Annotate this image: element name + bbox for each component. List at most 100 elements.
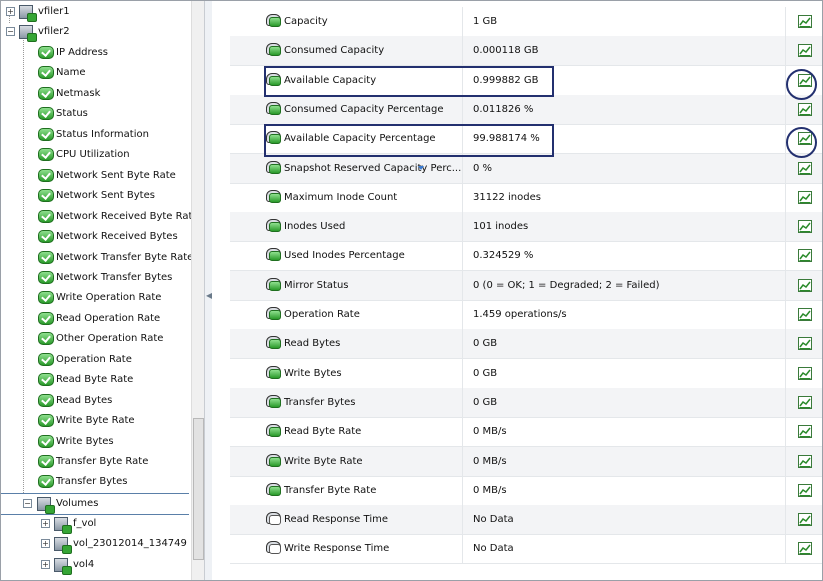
graph-icon[interactable]	[798, 278, 812, 292]
table-row[interactable]: Snapshot Reserved Capacity Perc... 0 %	[230, 153, 822, 184]
tree-node-metric[interactable]: Operation Rate	[1, 350, 191, 370]
tree-node-label: IP Address	[56, 47, 108, 58]
table-row[interactable]: Operation Rate 1.459 operations/s	[230, 300, 822, 330]
status-ok-icon	[38, 127, 54, 141]
graph-icon[interactable]	[798, 220, 812, 234]
graph-icon[interactable]	[798, 161, 812, 175]
collapse-icon[interactable]	[6, 27, 15, 36]
tree-node-metric[interactable]: Write Byte Rate	[1, 411, 191, 431]
property-value-cell: 0 MB/s	[463, 446, 786, 476]
monitor-ok-icon	[266, 277, 281, 291]
graph-icon[interactable]	[798, 542, 812, 556]
tree-node-volume[interactable]: vol4	[1, 555, 191, 575]
graph-icon[interactable]	[798, 44, 812, 58]
scrollbar-thumb[interactable]	[193, 418, 204, 560]
tree-scrollbar[interactable]	[191, 1, 204, 580]
tree-node-metric[interactable]: Transfer Bytes	[1, 472, 191, 492]
monitor-ok-icon	[266, 160, 281, 174]
status-ok-icon	[38, 148, 54, 162]
graph-icon[interactable]	[798, 425, 812, 439]
graph-icon[interactable]	[798, 308, 812, 321]
table-row[interactable]: Consumed Capacity 0.000118 GB	[230, 36, 822, 67]
graph-cell	[786, 154, 822, 183]
table-row[interactable]: Consumed Capacity Percentage 0.011826 %	[230, 94, 822, 125]
tree-node-vfiler2[interactable]: vfiler2	[1, 22, 191, 42]
graph-cell	[786, 359, 822, 388]
graph-icon[interactable]	[798, 249, 812, 263]
tree-node-volumes[interactable]: Volumes	[1, 493, 189, 515]
tree-node-metric[interactable]: Network Received Byte Rate	[1, 207, 191, 227]
table-row[interactable]: Maximum Inode Count 31122 inodes	[230, 182, 822, 213]
tree-node-vfiler1[interactable]: vfiler1	[1, 2, 191, 22]
tree-node-label: Network Received Byte Rate	[56, 210, 191, 222]
collapse-icon[interactable]	[23, 499, 32, 508]
property-value: 0 MB/s	[473, 426, 507, 438]
tree-node-label: Network Transfer Byte Rate	[56, 251, 191, 263]
table-row[interactable]: Capacity 1 GB	[230, 7, 822, 37]
expand-icon[interactable]	[41, 519, 50, 528]
tree-node-metric[interactable]: Network Transfer Byte Rate	[1, 248, 191, 268]
highlight-box-available-capacity	[264, 66, 554, 97]
property-name-cell: Consumed Capacity Percentage	[230, 94, 463, 124]
graph-icon[interactable]	[798, 395, 812, 409]
graph-cell	[786, 271, 822, 300]
monitor-ok-icon	[266, 307, 281, 320]
graph-icon[interactable]	[798, 483, 812, 497]
tree-node-label: Read Bytes	[56, 394, 113, 406]
table-row[interactable]: Write Response Time No Data	[230, 534, 822, 565]
graph-cell	[786, 388, 822, 417]
graph-icon[interactable]	[798, 366, 812, 380]
tree-node-metric[interactable]: Network Sent Bytes	[1, 186, 191, 206]
tree-node-metric[interactable]: Read Bytes	[1, 391, 191, 411]
graph-icon[interactable]	[798, 454, 812, 468]
table-row[interactable]: Read Bytes 0 GB	[230, 329, 822, 360]
tree-node-metric[interactable]: IP Address	[1, 43, 191, 63]
tree-node-metric[interactable]: CPU Utilization	[1, 145, 191, 165]
table-row[interactable]: Read Response Time No Data	[230, 505, 822, 536]
tree-node-label: Network Sent Byte Rate	[56, 169, 176, 181]
tree-node-metric[interactable]: Status Information	[1, 125, 191, 145]
table-row[interactable]: Transfer Bytes 0 GB	[230, 387, 822, 418]
graph-cell	[786, 534, 822, 563]
table-row[interactable]: Transfer Byte Rate 0 MB/s	[230, 475, 822, 506]
tree-node-metric[interactable]: Read Operation Rate	[1, 309, 191, 329]
table-row[interactable]: Mirror Status 0 (0 = OK; 1 = Degraded; 2 …	[230, 270, 822, 301]
tree-node-metric[interactable]: Write Operation Rate	[1, 288, 191, 308]
table-row[interactable]: Write Byte Rate 0 MB/s	[230, 446, 822, 477]
expand-icon[interactable]	[41, 539, 50, 548]
tree-node-volume[interactable]: f_vol	[1, 514, 191, 534]
graph-cell	[786, 212, 822, 241]
property-name: Transfer Byte Rate	[284, 484, 377, 496]
graph-icon[interactable]	[798, 102, 812, 116]
property-name-cell: Used Inodes Percentage	[230, 241, 463, 271]
tree-node-metric[interactable]: Status	[1, 104, 191, 124]
monitor-ok-icon	[266, 336, 281, 350]
monitor-ok-icon	[266, 482, 281, 496]
tree-node-metric[interactable]: Transfer Byte Rate	[1, 452, 191, 472]
graph-icon[interactable]	[798, 337, 812, 351]
tree-node-metric[interactable]: Other Operation Rate	[1, 329, 191, 349]
tree-node-metric[interactable]: Name	[1, 63, 191, 83]
tree-node-metric[interactable]: Write Bytes	[1, 432, 191, 452]
graph-icon[interactable]	[798, 15, 812, 28]
status-ok-icon	[38, 189, 54, 203]
property-value: 0 %	[473, 162, 493, 174]
tree-node-metric[interactable]: Network Sent Byte Rate	[1, 166, 191, 186]
table-row[interactable]: Inodes Used 101 inodes	[230, 212, 822, 243]
tree-node-label: Operation Rate	[56, 353, 132, 365]
expand-icon[interactable]	[41, 560, 50, 569]
graph-icon[interactable]	[798, 513, 812, 527]
tree-node-metric[interactable]: Network Received Bytes	[1, 227, 191, 247]
tree-node-volume[interactable]: vol_23012014_134749	[1, 534, 191, 554]
tree-node-metric[interactable]: Read Byte Rate	[1, 370, 191, 390]
table-row[interactable]: Read Byte Rate 0 MB/s	[230, 417, 822, 448]
tree-node-metric[interactable]: Netmask	[1, 84, 191, 104]
graph-cell	[786, 476, 822, 505]
property-name-cell: Mirror Status	[230, 270, 463, 300]
expand-icon[interactable]	[6, 7, 15, 16]
table-row[interactable]: Used Inodes Percentage 0.324529 %	[230, 241, 822, 272]
table-row[interactable]: Write Bytes 0 GB	[230, 358, 822, 389]
status-ok-icon	[38, 66, 54, 80]
tree-node-metric[interactable]: Network Transfer Bytes	[1, 268, 191, 288]
graph-icon[interactable]	[798, 190, 812, 204]
